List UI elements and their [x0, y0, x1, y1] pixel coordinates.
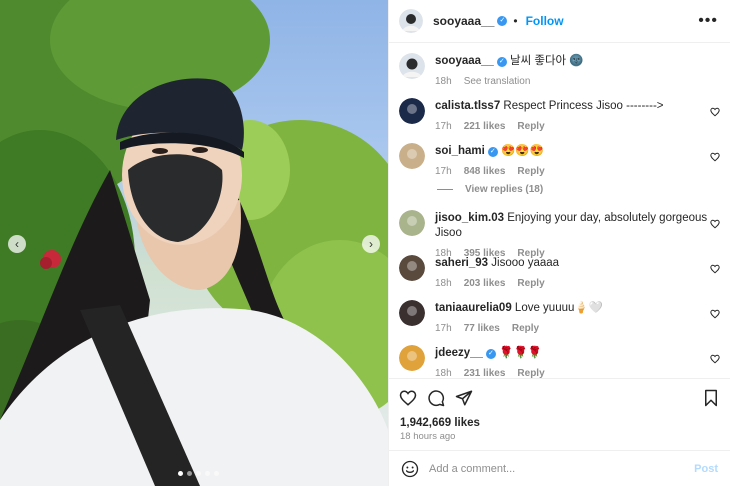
commenter-username[interactable]: calista.tlss7: [435, 100, 500, 112]
heart-icon[interactable]: [399, 389, 417, 407]
follow-button[interactable]: Follow: [526, 14, 564, 28]
share-icon[interactable]: [455, 389, 473, 407]
commenter-username[interactable]: taniaaurelia09: [435, 302, 512, 314]
commenter-username[interactable]: saheri_93: [435, 257, 488, 269]
reply-button[interactable]: Reply: [517, 121, 544, 132]
commenter-username[interactable]: jdeezy__: [435, 347, 483, 359]
comment-item: saheri_93 Jisooo yaaaa 18h 203 likes Reply: [399, 255, 720, 289]
comment-text: Respect Princess Jisoo -------->: [503, 100, 664, 112]
caption-username[interactable]: sooyaaa__: [435, 55, 494, 67]
comment-input[interactable]: [429, 462, 695, 475]
more-options-icon[interactable]: •••: [698, 12, 718, 30]
comment-likes[interactable]: 203 likes: [464, 278, 506, 289]
post-time-ago[interactable]: 18 hours ago: [400, 431, 455, 442]
comment-item: jdeezy__ ✓ 🌹🌹🌹 18h 231 likes Reply: [399, 345, 720, 378]
comment-text: 😍😍😍: [501, 145, 545, 157]
commenter-avatar[interactable]: [399, 143, 425, 169]
carousel-indicator: [178, 471, 219, 476]
comment-like-heart-icon[interactable]: [710, 354, 720, 364]
carousel-dot: [178, 471, 183, 476]
comment-item: soi_hami ✓ 😍😍😍 17h 848 likes Reply: [399, 143, 720, 177]
chevron-left-icon: ‹: [15, 237, 19, 251]
carousel-dot: [196, 471, 201, 476]
caption-avatar[interactable]: [399, 53, 425, 79]
carousel-next-button[interactable]: ›: [362, 235, 380, 253]
caption-text: 날씨 좋다아 🌚: [510, 55, 584, 67]
post-side-panel: sooyaaa__ ✓ • Follow ••• sooyaaa__ ✓ 날씨 좋…: [388, 0, 730, 486]
comment-item: calista.tlss7 Respect Princess Jisoo ---…: [399, 98, 720, 132]
see-translation-link[interactable]: See translation: [464, 76, 531, 87]
verified-badge-icon: ✓: [487, 147, 498, 157]
carousel-prev-button[interactable]: ‹: [8, 235, 26, 253]
post-actions: 1,942,669 likes 18 hours ago: [389, 378, 730, 450]
comment-like-heart-icon[interactable]: [710, 309, 720, 319]
bookmark-icon[interactable]: [702, 389, 720, 407]
comment-item: taniaaurelia09 Love yuuuu🍦🤍 17h 77 likes Re…: [399, 300, 720, 334]
commenter-avatar[interactable]: [399, 98, 425, 124]
reply-button[interactable]: Reply: [517, 368, 544, 378]
reply-button[interactable]: Reply: [517, 166, 544, 177]
post-caption: sooyaaa__ ✓ 날씨 좋다아 🌚 18h See translation: [399, 53, 720, 87]
comments-list[interactable]: sooyaaa__ ✓ 날씨 좋다아 🌚 18h See translation …: [389, 44, 730, 378]
view-replies-label: View replies (18): [465, 184, 544, 195]
comment-time[interactable]: 17h: [435, 121, 452, 132]
verified-badge-icon: ✓: [485, 349, 496, 359]
emoji-icon[interactable]: [401, 460, 419, 478]
comment-likes[interactable]: 231 likes: [464, 368, 506, 378]
comment-item: jisoo_kim.03 Enjoying your day, absolute…: [399, 210, 720, 259]
carousel-dot: [214, 471, 219, 476]
commenter-avatar[interactable]: [399, 300, 425, 326]
comment-time[interactable]: 18h: [435, 278, 452, 289]
header-separator: •: [513, 14, 518, 28]
comment-composer: Post: [389, 450, 730, 486]
author-username[interactable]: sooyaaa__: [433, 14, 494, 28]
author-avatar[interactable]: [399, 9, 423, 33]
replies-divider: [437, 189, 453, 190]
carousel-dot: [187, 471, 192, 476]
comment-like-heart-icon[interactable]: [710, 219, 720, 229]
comment-like-heart-icon[interactable]: [710, 107, 720, 117]
reply-button[interactable]: Reply: [512, 323, 539, 334]
reply-button[interactable]: Reply: [517, 278, 544, 289]
comment-text: 🌹🌹🌹: [499, 347, 543, 359]
comment-likes[interactable]: 77 likes: [464, 323, 500, 334]
commenter-avatar[interactable]: [399, 345, 425, 371]
comment-time[interactable]: 17h: [435, 166, 452, 177]
commenter-avatar[interactable]: [399, 255, 425, 281]
like-count[interactable]: 1,942,669 likes: [400, 417, 480, 429]
commenter-avatar[interactable]: [399, 210, 425, 236]
commenter-username[interactable]: soi_hami: [435, 145, 485, 157]
post-photo[interactable]: ‹ ›: [0, 0, 388, 486]
comment-like-heart-icon[interactable]: [710, 152, 720, 162]
comment-time[interactable]: 17h: [435, 323, 452, 334]
comment-text: Love yuuuu🍦🤍: [514, 302, 604, 314]
comment-like-heart-icon[interactable]: [710, 264, 720, 274]
comment-likes[interactable]: 221 likes: [464, 121, 506, 132]
post-header: sooyaaa__ ✓ • Follow •••: [389, 0, 730, 43]
comment-text: Jisooo yaaaa: [491, 257, 560, 269]
post-comment-button[interactable]: Post: [694, 463, 718, 475]
comment-likes[interactable]: 848 likes: [464, 166, 506, 177]
view-replies-button[interactable]: View replies (18): [437, 184, 543, 195]
caption-time: 18h: [435, 76, 452, 87]
verified-badge-icon: ✓: [496, 57, 507, 67]
comment-time[interactable]: 18h: [435, 368, 452, 378]
commenter-username[interactable]: jisoo_kim.03: [435, 212, 504, 224]
carousel-dot: [205, 471, 210, 476]
post-viewer: ‹ › sooyaaa__ ✓ • Follow ••• sooyaaa__ ✓…: [0, 0, 730, 486]
chevron-right-icon: ›: [369, 237, 373, 251]
photo-scene: [0, 0, 388, 486]
comment-icon[interactable]: [427, 389, 445, 407]
verified-badge-icon: ✓: [497, 16, 508, 26]
